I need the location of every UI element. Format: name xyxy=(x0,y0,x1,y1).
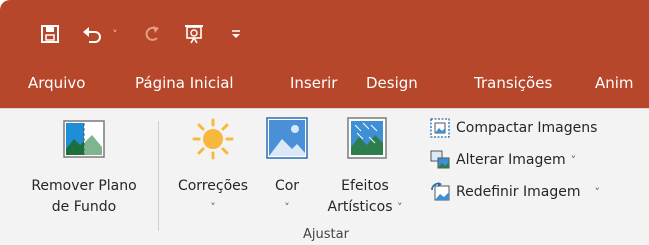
change-picture-icon xyxy=(430,150,450,169)
present-from-start-icon xyxy=(185,25,203,44)
ribbon-tabs: Arquivo Página Inicial Inserir Design Tr… xyxy=(0,62,649,104)
redo-button[interactable] xyxy=(140,14,164,54)
present-from-start-button[interactable] xyxy=(180,14,208,54)
chevron-down-icon: ˅ xyxy=(112,27,118,41)
chevron-down-icon: ˅ xyxy=(570,153,577,167)
compress-pictures-button[interactable]: Compactar Imagens xyxy=(430,115,597,141)
tab-animacoes[interactable]: Anim xyxy=(595,62,634,104)
artistic-effects-label-line1: Efeitos xyxy=(341,178,389,194)
remove-background-label-line1: Remover Plano xyxy=(31,178,137,194)
chevron-down-icon: ˅ xyxy=(594,185,600,199)
ribbon-panel: Remover Plano de Fundo Correções ˅ Cor ˅… xyxy=(0,108,649,245)
compress-pictures-icon xyxy=(430,118,450,138)
group-label-ajustar: Ajustar xyxy=(303,227,349,242)
redo-icon xyxy=(145,26,159,41)
corrections-label: Correções xyxy=(177,178,249,194)
sun-icon xyxy=(192,118,234,160)
compress-pictures-label: Compactar Imagens xyxy=(456,120,598,136)
tab-design[interactable]: Design xyxy=(366,62,418,104)
group-divider xyxy=(158,121,159,231)
title-bar: ˅ Arquivo Página Inicial Inserir Design … xyxy=(0,0,649,108)
color-label: Cor xyxy=(274,178,300,194)
artistic-effects-icon xyxy=(347,117,387,159)
change-picture-label: Alterar Imagem xyxy=(456,152,566,168)
chevron-down-icon: ˅ xyxy=(396,201,403,214)
undo-dropdown[interactable]: ˅ xyxy=(108,14,122,54)
artistic-effects-label-line2: Artísticos xyxy=(327,199,393,215)
undo-icon xyxy=(83,27,101,43)
reset-picture-label: Redefinir Imagem xyxy=(456,184,581,200)
tab-transicoes[interactable]: Transições xyxy=(474,62,552,104)
powerpoint-window: ˅ Arquivo Página Inicial Inserir Design … xyxy=(0,0,649,245)
chevron-down-icon: ˅ xyxy=(210,201,216,214)
customize-quick-access-icon xyxy=(232,30,240,38)
save-icon xyxy=(41,25,59,43)
remove-background-label-line2: de Fundo xyxy=(51,199,117,215)
remove-background-icon xyxy=(63,120,105,158)
save-button[interactable] xyxy=(36,14,64,54)
tab-arquivo[interactable]: Arquivo xyxy=(28,62,85,104)
reset-picture-button[interactable]: Redefinir Imagem ˅ xyxy=(430,179,600,205)
quick-access-toolbar: ˅ xyxy=(0,14,649,54)
undo-button[interactable] xyxy=(78,14,106,54)
chevron-down-icon: ˅ xyxy=(284,201,290,214)
change-picture-button[interactable]: Alterar Imagem ˅ xyxy=(430,147,576,173)
picture-color-icon xyxy=(266,117,308,159)
tab-inserir[interactable]: Inserir xyxy=(290,62,337,104)
customize-quick-access-button[interactable] xyxy=(226,14,246,54)
tab-pagina-inicial[interactable]: Página Inicial xyxy=(135,62,234,104)
reset-picture-icon xyxy=(431,182,450,201)
